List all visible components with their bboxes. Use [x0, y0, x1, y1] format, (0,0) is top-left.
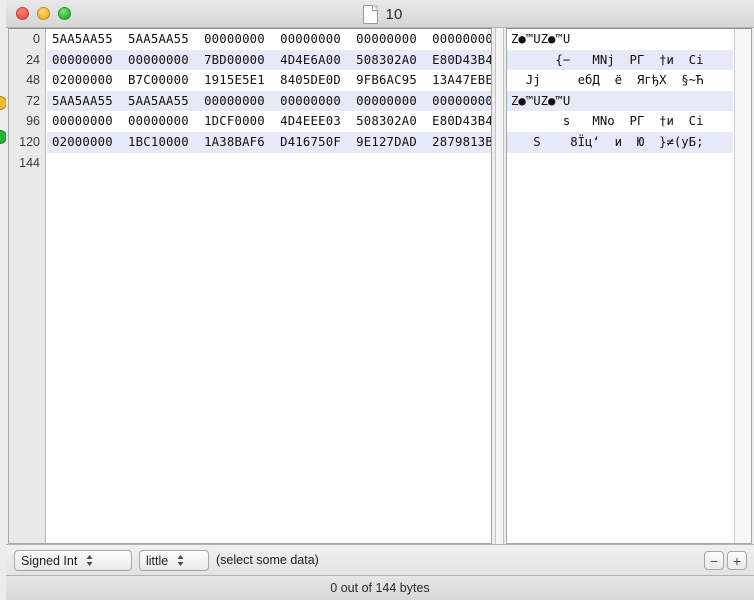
ascii-row[interactable]: {− MNj PГ †и Ci [507, 49, 733, 71]
offset-label: 48 [26, 73, 40, 88]
offset-label: 72 [26, 93, 40, 108]
offset-label: 0 [33, 32, 40, 46]
add-inspector-row-button[interactable]: + [727, 551, 747, 570]
ascii-pane[interactable]: Z●™UZ●™U {− MNj PГ †и Ci Jj ебД ё ЯгђX §… [506, 28, 752, 544]
ascii-row[interactable]: s MNo PГ †и Ci [507, 111, 733, 132]
offset-label: 144 [19, 155, 40, 170]
data-type-value: Signed Int [21, 553, 78, 568]
hex-row[interactable] [47, 153, 491, 174]
endianness-value: little [146, 553, 169, 568]
hex-row[interactable]: 00000000 00000000 1DCF0000 4D4EEE03 5083… [47, 111, 491, 132]
data-type-select[interactable]: Signed Int [14, 550, 132, 571]
ascii-row[interactable]: Jj ебД ё ЯгђX §~Ћ [507, 70, 733, 91]
chevron-updown-icon [85, 554, 94, 567]
ascii-row[interactable]: Z●™UZ●™U [507, 90, 733, 112]
status-text: 0 out of 144 bytes [330, 581, 430, 595]
ascii-row[interactable]: Z●™UZ●™U [507, 29, 733, 50]
hex-row[interactable]: 02000000 B7C00000 1915E5E1 8405DE0D 9FB6… [47, 70, 491, 91]
hex-editor-window: 10 0 24 48 72 96 120 144 5AA5AA55 5AA5AA… [0, 0, 754, 600]
inspector-hint: (select some data) [216, 553, 319, 567]
hex-pane[interactable]: 0 24 48 72 96 120 144 5AA5AA55 5AA5AA55 … [8, 28, 492, 544]
hex-row[interactable]: 5AA5AA55 5AA5AA55 00000000 00000000 0000… [47, 90, 491, 112]
editor-content: 0 24 48 72 96 120 144 5AA5AA55 5AA5AA55 … [6, 28, 754, 544]
title-bar: 10 [6, 0, 754, 28]
ascii-rows[interactable]: Z●™UZ●™U {− MNj PГ †и Ci Jj ебД ё ЯгђX §… [507, 29, 733, 543]
title-center-group: 10 [6, 0, 754, 28]
hex-rows[interactable]: 5AA5AA55 5AA5AA55 00000000 00000000 0000… [47, 29, 491, 543]
zoom-button[interactable] [58, 7, 71, 20]
traffic-light-group [16, 7, 71, 20]
chevron-updown-icon [176, 554, 185, 567]
endianness-select[interactable]: little [139, 550, 209, 571]
offset-label: 24 [26, 52, 40, 67]
minimize-button[interactable] [37, 7, 50, 20]
ascii-scrollbar[interactable] [734, 29, 751, 543]
inspector-bar: Signed Int little (select some data) − + [6, 544, 754, 575]
hex-row[interactable]: 00000000 00000000 7BD00000 4D4E6A00 5083… [47, 49, 491, 71]
pane-separator-scrollbar[interactable] [492, 28, 506, 544]
hex-row[interactable]: 5AA5AA55 5AA5AA55 00000000 00000000 0000… [47, 29, 491, 50]
close-button[interactable] [16, 7, 29, 20]
scrollbar-track[interactable] [495, 28, 504, 544]
status-bar: 0 out of 144 bytes [6, 575, 754, 600]
offset-label: 96 [26, 114, 40, 129]
hex-row[interactable]: 02000000 1BC10000 1A38BAF6 D416750F 9E12… [47, 131, 491, 153]
document-icon [363, 4, 379, 24]
remove-inspector-row-button[interactable]: − [704, 551, 724, 570]
offset-label: 120 [19, 134, 40, 149]
offset-gutter: 0 24 48 72 96 120 144 [9, 29, 46, 543]
window-title: 10 [385, 5, 403, 23]
ascii-row[interactable]: S 8Їц‘ и Ю }≠(уБ; [507, 131, 733, 153]
ascii-row[interactable] [507, 153, 733, 174]
